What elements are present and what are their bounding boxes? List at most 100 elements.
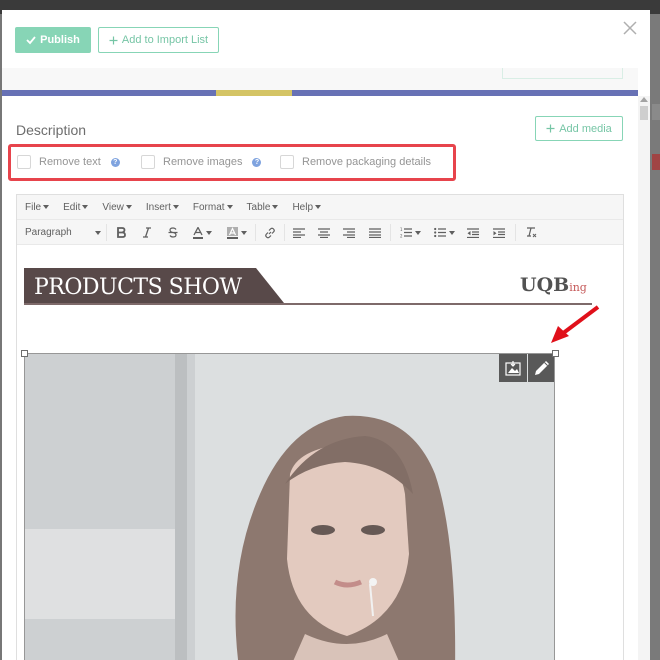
menu-label: Edit [63, 201, 81, 213]
caret-down-icon [448, 230, 455, 235]
help-icon[interactable]: ? [252, 157, 262, 167]
modal-body: Description Add media Remove text ? Remo… [2, 68, 650, 660]
menu-label: View [102, 201, 124, 213]
remove-packaging-checkbox[interactable] [280, 155, 294, 169]
editor-toolbar: Paragraph 1 2 [17, 220, 623, 245]
remove-packaging-label: Remove packaging details [302, 156, 432, 168]
image-strip [2, 90, 638, 96]
description-options-highlight: Remove text ? Remove images ? Remove pac… [8, 144, 456, 181]
svg-text:2: 2 [400, 234, 403, 239]
toolbar-separator [284, 224, 285, 241]
block-format-value: Paragraph [25, 227, 72, 238]
justify-icon [369, 227, 381, 238]
caret-down-icon [272, 205, 279, 209]
align-left-icon [293, 227, 305, 238]
justify-button[interactable] [367, 224, 383, 241]
modal-header: Publish Add to Import List [2, 10, 650, 68]
caret-down-icon [82, 205, 89, 209]
menu-label: Format [192, 201, 225, 213]
text-color-icon [192, 226, 203, 239]
numbered-list-icon: 12 [400, 227, 412, 238]
menu-label: Help [292, 201, 314, 213]
image-replace-icon [505, 361, 521, 376]
bold-button[interactable] [113, 224, 129, 241]
bullet-list-icon [433, 227, 446, 238]
add-to-import-list-button[interactable]: Add to Import List [98, 27, 219, 53]
replace-image-button[interactable] [499, 354, 527, 382]
menu-label: File [25, 201, 42, 213]
outdent-icon [467, 227, 479, 238]
check-icon [26, 36, 36, 45]
italic-icon [143, 227, 151, 238]
remove-images-checkbox[interactable] [141, 155, 155, 169]
menu-label: Table [246, 201, 271, 213]
strikethrough-icon [168, 227, 178, 238]
remove-text-option[interactable]: Remove text ? [17, 155, 120, 169]
selected-product-image[interactable] [24, 353, 555, 660]
publish-label: Publish [40, 34, 80, 46]
link-button[interactable] [261, 224, 279, 241]
caret-down-icon [226, 205, 233, 209]
plus-icon [546, 124, 555, 133]
close-icon[interactable] [622, 20, 638, 36]
remove-images-label: Remove images [163, 156, 243, 168]
text-color-button[interactable] [189, 224, 215, 241]
import-label: Add to Import List [121, 34, 209, 46]
numbered-list-button[interactable]: 12 [397, 224, 423, 241]
plus-icon [109, 36, 118, 44]
menu-view[interactable]: View [102, 202, 132, 213]
products-show-banner: PRODUCTS SHOW UQBing [24, 268, 592, 306]
italic-button[interactable] [139, 224, 155, 241]
scroll-up-icon[interactable] [640, 97, 648, 102]
model-portrait [25, 354, 554, 660]
remove-packaging-option[interactable]: Remove packaging details [280, 155, 431, 169]
outdent-button[interactable] [465, 224, 481, 241]
bullet-list-button[interactable] [431, 224, 457, 241]
align-right-icon [343, 227, 355, 238]
align-right-button[interactable] [341, 224, 357, 241]
background-color-button[interactable] [224, 224, 250, 241]
clear-formatting-button[interactable] [523, 224, 539, 241]
remove-text-label: Remove text [39, 156, 101, 168]
publish-button[interactable]: Publish [15, 27, 91, 53]
toolbar-separator [515, 224, 516, 241]
caret-down-icon [241, 230, 247, 235]
svg-text:1: 1 [400, 227, 403, 232]
menu-table[interactable]: Table [247, 202, 279, 213]
menu-help[interactable]: Help [292, 201, 322, 213]
align-center-button[interactable] [316, 224, 332, 241]
banner-underline [24, 303, 592, 305]
background-color-icon [227, 226, 238, 239]
product-photo [25, 354, 554, 660]
block-format-select[interactable]: Paragraph [25, 224, 101, 241]
help-icon[interactable]: ? [110, 157, 120, 167]
scrollbar-thumb[interactable] [640, 106, 648, 120]
editor-content[interactable]: PRODUCTS SHOW UQBing [17, 246, 623, 660]
resize-handle[interactable] [21, 350, 28, 357]
align-center-icon [318, 227, 330, 238]
align-left-button[interactable] [291, 224, 307, 241]
menu-file[interactable]: File [25, 201, 50, 213]
resize-handle[interactable] [552, 350, 559, 357]
brand-logo: UQBing [520, 274, 587, 296]
previous-section-edge [2, 68, 638, 96]
remove-images-option[interactable]: Remove images ? [141, 155, 262, 169]
menu-label: Insert [145, 201, 171, 213]
indent-icon [493, 227, 505, 238]
brand-logo-sub: ing [569, 281, 587, 294]
background-chip [652, 104, 660, 120]
edit-image-button[interactable] [528, 354, 554, 382]
menu-format[interactable]: Format [193, 202, 233, 213]
indent-button[interactable] [491, 224, 507, 241]
modal-scrollbar[interactable] [638, 96, 650, 660]
menu-edit[interactable]: Edit [63, 201, 89, 213]
pencil-icon [535, 361, 549, 375]
remove-text-checkbox[interactable] [17, 155, 31, 169]
image-strip-accent [216, 90, 292, 96]
add-media-button[interactable]: Add media [535, 116, 623, 141]
bold-icon [117, 227, 126, 238]
editor-menubar: File Edit View Insert Format Table Help [17, 195, 623, 220]
caret-down-icon [414, 230, 421, 235]
strikethrough-button[interactable] [165, 224, 181, 241]
menu-insert[interactable]: Insert [146, 202, 179, 213]
